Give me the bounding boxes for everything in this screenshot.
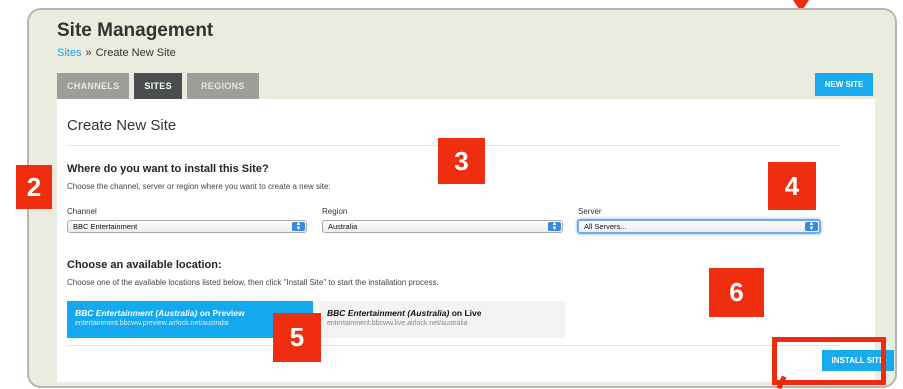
select-arrows-icon: ▲ ▼: [292, 221, 305, 232]
breadcrumb-separator: »: [85, 47, 92, 59]
install-section-heading: Where do you want to install this Site?: [67, 163, 269, 175]
callout-4: 4: [768, 162, 816, 210]
location-url: entertainment.bbcww.preview.airlock.net/…: [75, 320, 229, 327]
server-label: Server: [578, 207, 602, 216]
callout-5: 5: [273, 313, 321, 362]
region-label: Region: [322, 207, 348, 216]
breadcrumb-current: Create New Site: [95, 47, 176, 59]
location-target: on Live: [451, 308, 482, 318]
location-name: BBC Entertainment: [75, 308, 153, 318]
channel-label: Channel: [67, 207, 97, 216]
install-highlight-box: [772, 337, 886, 385]
location-title: BBC Entertainment (Australia) on Preview: [75, 308, 305, 318]
breadcrumb: Sites » Create New Site: [57, 47, 176, 59]
location-target: on Preview: [199, 308, 245, 318]
select-arrows-icon: ▲ ▼: [805, 221, 818, 232]
new-site-button[interactable]: NEW SITE: [815, 73, 873, 96]
location-section-help: Choose one of the available locations li…: [67, 278, 439, 287]
breadcrumb-sites-link[interactable]: Sites: [57, 47, 81, 59]
region-select[interactable]: Australia ▲ ▼: [322, 220, 563, 233]
select-arrows-icon: ▲ ▼: [548, 221, 561, 232]
location-live[interactable]: BBC Entertainment (Australia) on Live en…: [319, 301, 565, 338]
callout-2: 2: [16, 165, 52, 209]
location-url: entertainment.bbcww.live.airlock.net/aus…: [327, 320, 468, 327]
location-section-heading: Choose an available location:: [67, 259, 222, 271]
tab-regions[interactable]: REGIONS: [186, 73, 259, 99]
page-title: Site Management: [57, 20, 214, 41]
panel-title: Create New Site: [67, 117, 177, 134]
tab-bar: CHANNELS SITES REGIONS: [57, 73, 259, 99]
site-management-window: Site Management Sites» Create New Site CH…: [27, 8, 897, 388]
callout-3: 3: [438, 138, 485, 184]
install-section-help: Choose the channel, server or region whe…: [67, 182, 331, 191]
location-region: (Australia): [407, 308, 450, 318]
server-select-value: All Servers...: [584, 222, 627, 231]
channel-select[interactable]: BBC Entertainment ▲ ▼: [67, 220, 307, 233]
location-title: BBC Entertainment (Australia) on Live: [327, 308, 557, 318]
channel-select-value: BBC Entertainment: [73, 222, 138, 231]
tab-sites[interactable]: SITES: [134, 73, 182, 99]
tab-channels[interactable]: CHANNELS: [57, 73, 130, 99]
divider: [67, 345, 839, 346]
location-region: (Australia): [155, 308, 198, 318]
location-name: BBC Entertainment: [327, 308, 405, 318]
callout-6: 6: [709, 268, 764, 317]
region-select-value: Australia: [328, 222, 358, 231]
server-select[interactable]: All Servers... ▲ ▼: [577, 219, 821, 234]
